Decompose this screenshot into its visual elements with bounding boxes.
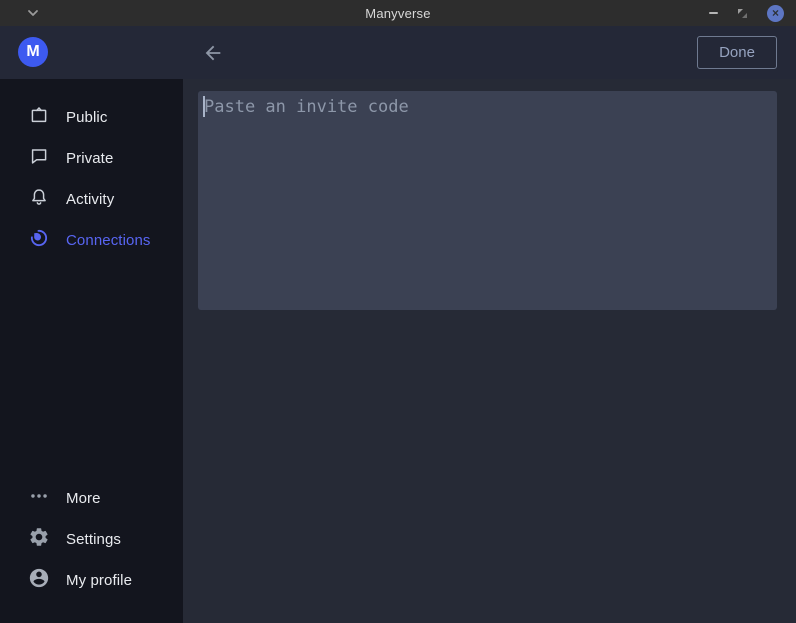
sidebar-item-more[interactable]: More	[0, 478, 183, 519]
back-arrow-icon[interactable]	[202, 42, 224, 64]
sidebar-item-label: Settings	[66, 531, 121, 548]
minimize-icon[interactable]	[709, 12, 718, 14]
sidebar-item-label: Public	[66, 109, 107, 126]
close-icon[interactable]: ×	[767, 5, 784, 22]
window-controls: ×	[709, 0, 784, 26]
main-content	[183, 79, 796, 623]
bell-icon	[28, 186, 50, 213]
sidebar-item-label: Connections	[66, 232, 151, 249]
invite-input-wrapper	[198, 91, 777, 310]
sidebar-item-connections[interactable]: Connections	[0, 220, 183, 261]
sidebar-item-activity[interactable]: Activity	[0, 179, 183, 220]
manyverse-logo: M	[18, 37, 48, 67]
message-icon	[28, 145, 50, 172]
app-window: Manyverse × M Done	[0, 0, 796, 623]
gear-icon	[28, 526, 50, 553]
invite-code-input[interactable]	[198, 91, 777, 310]
sidebar-item-label: Activity	[66, 191, 114, 208]
sidebar-spacer	[0, 261, 183, 478]
sidebar-item-my-profile[interactable]: My profile	[0, 560, 183, 601]
connections-gauge-icon	[28, 227, 50, 254]
sidebar: Public Private Activity	[0, 79, 183, 623]
app-body: Public Private Activity	[0, 79, 796, 623]
sidebar-item-public[interactable]: Public	[0, 97, 183, 138]
sidebar-item-label: Private	[66, 150, 113, 167]
sidebar-item-private[interactable]: Private	[0, 138, 183, 179]
dots-horizontal-icon	[28, 485, 50, 512]
done-button[interactable]: Done	[697, 36, 777, 69]
bulletin-board-icon	[28, 104, 50, 131]
os-titlebar: Manyverse ×	[0, 0, 796, 26]
sidebar-item-settings[interactable]: Settings	[0, 519, 183, 560]
restore-icon[interactable]	[738, 9, 747, 18]
app-header: M Done	[0, 26, 796, 79]
account-circle-icon	[28, 567, 50, 594]
window-title: Manyverse	[0, 6, 796, 21]
sidebar-item-label: More	[66, 490, 101, 507]
sidebar-item-label: My profile	[66, 572, 132, 589]
